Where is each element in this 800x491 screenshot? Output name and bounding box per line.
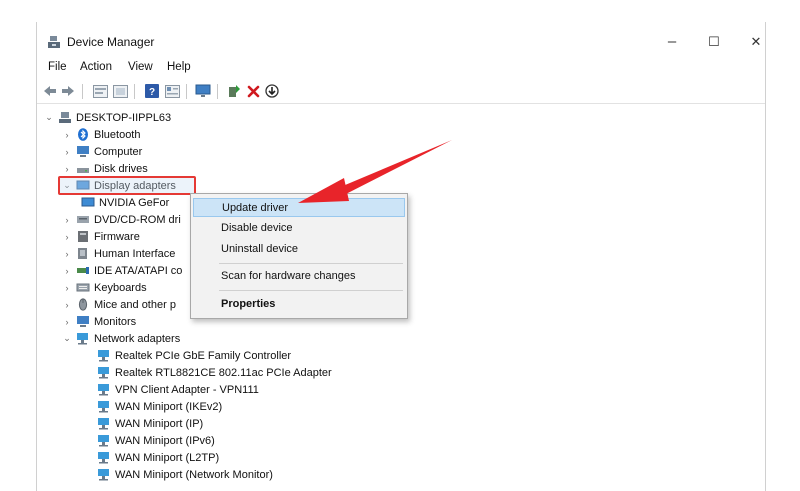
- add-driver-icon[interactable]: [226, 83, 242, 99]
- chevron-right-icon[interactable]: ›: [61, 130, 73, 140]
- network-icon: [98, 418, 109, 430]
- chevron-down-icon[interactable]: ⌄: [61, 333, 73, 344]
- svg-text:?: ?: [149, 87, 155, 98]
- help-icon[interactable]: ?: [144, 83, 160, 99]
- tree-item-bluetooth[interactable]: › Bluetooth: [61, 126, 140, 143]
- network-icon: [98, 367, 109, 379]
- chevron-down-icon[interactable]: ⌄: [43, 112, 55, 123]
- keyboard-icon: [76, 283, 90, 292]
- menu-separator: [219, 290, 403, 291]
- tree-item-network-adapter[interactable]: WAN Miniport (IKEv2): [97, 398, 222, 415]
- menu-help[interactable]: Help: [167, 61, 191, 73]
- close-button[interactable]: ✕: [733, 28, 765, 56]
- tree-item-keyboards[interactable]: › Keyboards: [61, 279, 147, 296]
- tree-item-network-adapter[interactable]: WAN Miniport (L2TP): [97, 449, 219, 466]
- computer-root-icon: [59, 112, 71, 123]
- device-manager-icon: [48, 36, 60, 48]
- menu-separator: [219, 263, 403, 264]
- properties-menu-item[interactable]: Properties: [193, 295, 405, 314]
- mouse-icon: [78, 298, 88, 311]
- dvd-icon: [77, 216, 89, 223]
- network-icon: [98, 384, 109, 396]
- tree-item-network-adapter[interactable]: WAN Miniport (IP): [97, 415, 203, 432]
- menu-file[interactable]: File: [48, 61, 67, 73]
- tree-item-dvd[interactable]: › DVD/CD-ROM dri: [61, 211, 181, 228]
- monitor-icon: [77, 316, 89, 327]
- tree-item-firmware[interactable]: › Firmware: [61, 228, 140, 245]
- tree-item-mice[interactable]: › Mice and other p: [61, 296, 176, 313]
- tree-item-network-adapter[interactable]: WAN Miniport (Network Monitor): [97, 466, 273, 483]
- menu-view[interactable]: View: [128, 61, 153, 73]
- properties-icon[interactable]: [92, 83, 108, 99]
- network-icon: [98, 350, 109, 362]
- forward-icon[interactable]: [60, 83, 76, 99]
- network-icon: [98, 452, 109, 464]
- update-driver-menu-item[interactable]: Update driver: [193, 198, 405, 217]
- maximize-button[interactable]: ☐: [691, 28, 737, 56]
- menu-bar: File Action View Help: [37, 58, 765, 78]
- computer-icon: [77, 146, 89, 157]
- network-icon: [98, 469, 109, 481]
- menu-action[interactable]: Action: [80, 61, 112, 73]
- display-adapters-highlight: [58, 176, 196, 195]
- tree-item-network-adapter[interactable]: WAN Miniport (IPv6): [97, 432, 215, 449]
- context-menu: Update driver Disable device Uninstall d…: [190, 193, 408, 319]
- minimize-button[interactable]: –: [649, 28, 695, 56]
- scan-hardware-menu-item[interactable]: Scan for hardware changes: [193, 267, 405, 286]
- view-icon[interactable]: [164, 83, 180, 99]
- tree-item-ide[interactable]: › IDE ATA/ATAPI co: [61, 262, 183, 279]
- tree-item-network-adapter[interactable]: VPN Client Adapter - VPN111: [97, 381, 259, 398]
- list-icon[interactable]: [112, 83, 128, 99]
- hid-icon: [78, 248, 87, 259]
- tree-item-network-adapter[interactable]: Realtek RTL8821CE 802.11ac PCIe Adapter: [97, 364, 332, 381]
- network-icon: [77, 333, 88, 345]
- window-title: Device Manager: [67, 35, 155, 49]
- chevron-right-icon[interactable]: ›: [61, 215, 73, 225]
- disable-device-menu-item[interactable]: Disable device: [193, 219, 405, 238]
- chevron-right-icon[interactable]: ›: [61, 249, 73, 259]
- network-icon: [98, 401, 109, 413]
- tree-root[interactable]: ⌄ DESKTOP-IIPPL63: [43, 109, 171, 126]
- title-bar: Device Manager – ☐ ✕: [37, 22, 765, 56]
- tree-item-nvidia[interactable]: NVIDIA GeFor: [81, 194, 169, 211]
- uninstall-device-menu-item[interactable]: Uninstall device: [193, 240, 405, 259]
- tree-item-network-adapters[interactable]: ⌄ Network adapters: [61, 330, 180, 347]
- tree-item-hid[interactable]: › Human Interface: [61, 245, 176, 262]
- uninstall-icon[interactable]: [245, 83, 261, 99]
- firmware-icon: [78, 231, 88, 242]
- bluetooth-icon: [78, 128, 88, 141]
- toolbar: ?: [37, 79, 765, 104]
- chevron-right-icon[interactable]: ›: [61, 164, 73, 174]
- download-icon[interactable]: [264, 83, 280, 99]
- chevron-right-icon[interactable]: ›: [61, 283, 73, 293]
- chevron-right-icon[interactable]: ›: [61, 300, 73, 310]
- tree-item-monitors[interactable]: › Monitors: [61, 313, 137, 330]
- back-icon[interactable]: [42, 83, 58, 99]
- tree-item-network-adapter[interactable]: Realtek PCIe GbE Family Controller: [97, 347, 291, 364]
- display-adapter-icon: [81, 197, 95, 207]
- chevron-right-icon[interactable]: ›: [61, 317, 73, 327]
- chevron-right-icon[interactable]: ›: [61, 266, 73, 276]
- chevron-right-icon[interactable]: ›: [61, 147, 73, 157]
- tree-item-computer[interactable]: › Computer: [61, 143, 143, 160]
- disk-icon: [77, 168, 89, 173]
- tree-item-disk-drives[interactable]: › Disk drives: [61, 160, 148, 177]
- ide-icon: [77, 267, 89, 274]
- monitor-icon[interactable]: [195, 83, 211, 99]
- chevron-right-icon[interactable]: ›: [61, 232, 73, 242]
- network-icon: [98, 435, 109, 447]
